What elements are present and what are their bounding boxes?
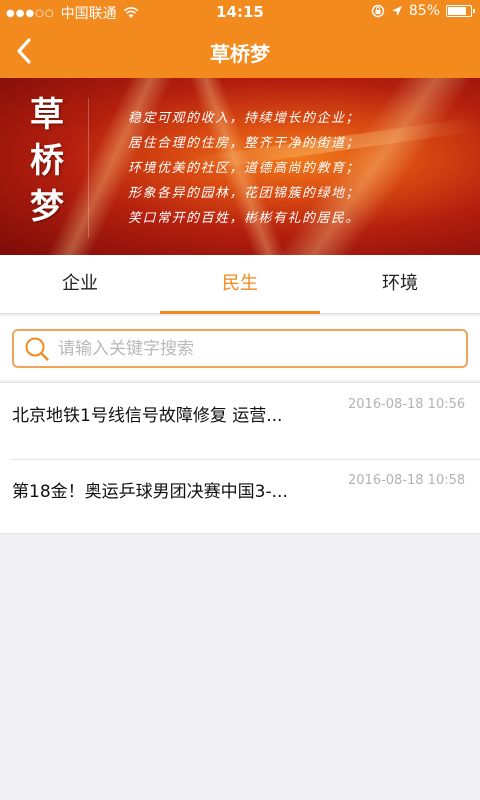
banner: 草 桥 梦 稳定可观的收入，持续增长的企业； 居住合理的住房，整齐干净的街道； …: [0, 78, 480, 255]
tab-environment[interactable]: 环境: [320, 255, 480, 314]
battery-icon: [446, 5, 475, 17]
banner-title-char: 草: [30, 95, 64, 135]
poem-line: 笑口常开的百姓，彬彬有礼的居民。: [128, 211, 361, 226]
news-list: 北京地铁1号线信号故障修复 运营... 2016-08-18 10:56 第18…: [0, 382, 480, 534]
banner-poem: 稳定可观的收入，持续增长的企业； 居住合理的住房，整齐干净的街道； 环境优美的社…: [128, 106, 458, 231]
news-title: 第18金！奥运乒球男团决赛中国3-...: [12, 482, 288, 502]
header: ●●●○○ 中国联通 14:15 85% 草桥梦: [0, 0, 480, 78]
banner-title-char: 桥: [30, 141, 64, 181]
list-item[interactable]: 北京地铁1号线信号故障修复 运营... 2016-08-18 10:56: [0, 383, 480, 460]
search-box[interactable]: [12, 329, 468, 368]
banner-divider: [88, 98, 89, 238]
poem-line: 稳定可观的收入，持续增长的企业；: [128, 111, 361, 126]
status-bar: ●●●○○ 中国联通 14:15 85%: [0, 0, 480, 24]
search-input[interactable]: [58, 338, 438, 359]
tab-bar: 企业 民生 环境: [0, 255, 480, 314]
news-title: 北京地铁1号线信号故障修复 运营...: [12, 406, 283, 426]
poem-line: 环境优美的社区，道德高尚的教育；: [128, 161, 361, 176]
list-item[interactable]: 第18金！奥运乒球男团决赛中国3-... 2016-08-18 10:58: [0, 459, 480, 535]
search-area: [0, 316, 480, 380]
poem-line: 居住合理的住房，整齐干净的街道；: [128, 136, 361, 151]
rotation-lock-icon: [371, 4, 385, 18]
tab-enterprise[interactable]: 企业: [0, 255, 160, 314]
banner-title-char: 梦: [30, 187, 64, 227]
location-arrow-icon: [391, 6, 402, 16]
poem-line: 形象各异的园林，花团锦簇的绿地；: [128, 186, 361, 201]
battery-percent: 85%: [408, 3, 440, 19]
banner-title: 草 桥 梦: [22, 92, 72, 230]
tab-livelihood[interactable]: 民生: [160, 255, 320, 314]
battery-level: [448, 7, 466, 15]
nav-bar: 草桥梦: [0, 24, 480, 78]
news-date: 2016-08-18 10:56: [348, 397, 466, 412]
search-icon: [25, 337, 49, 361]
news-date: 2016-08-18 10:58: [348, 473, 466, 488]
page-title: 草桥梦: [210, 42, 270, 66]
